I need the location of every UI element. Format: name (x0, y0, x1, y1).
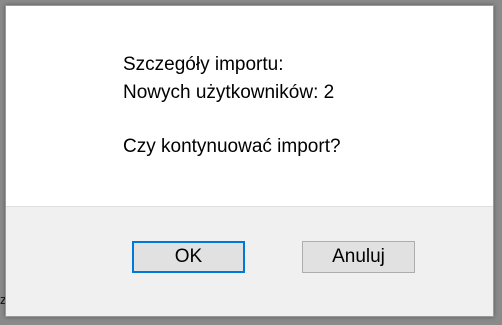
new-users-count: Nowych użytkowników: 2 (123, 82, 335, 103)
ok-button[interactable]: OK (132, 241, 245, 273)
import-details-heading: Szczegóły importu: (123, 54, 284, 75)
dialog-button-bar: OK Anuluj (6, 206, 493, 316)
import-confirmation-dialog: Szczegóły importu: Nowych użytkowników: … (5, 5, 494, 317)
cancel-button[interactable]: Anuluj (302, 241, 415, 273)
dialog-message: Szczegóły importu: Nowych użytkowników: … (123, 51, 341, 161)
message-spacer (123, 107, 341, 133)
continue-import-question: Czy kontynuować import? (123, 136, 341, 157)
